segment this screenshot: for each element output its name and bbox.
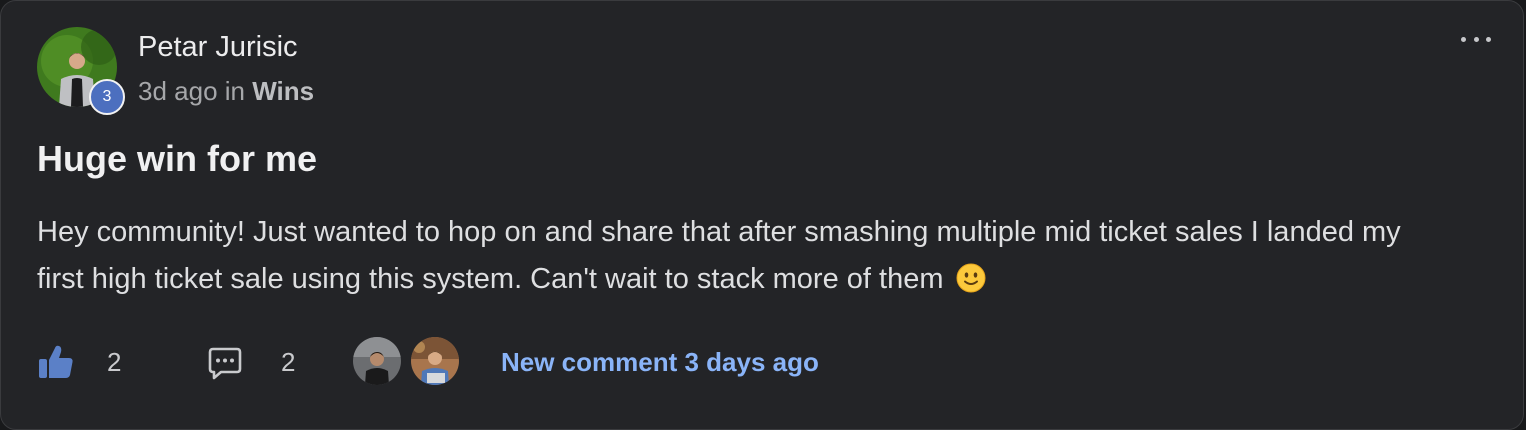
more-options-button[interactable] — [1461, 29, 1491, 49]
post-body-text: Hey community! Just wanted to hop on and… — [37, 216, 1401, 295]
thumbs-up-icon[interactable] — [37, 344, 75, 380]
post-card[interactable]: 3 Petar Jurisic 3d ago in Wins Huge win … — [0, 0, 1524, 430]
like-count: 2 — [107, 347, 122, 377]
commenter-avatar[interactable] — [411, 337, 459, 385]
post-category[interactable]: Wins — [252, 76, 314, 106]
new-comment-link[interactable]: New comment 3 days ago — [501, 346, 819, 378]
comment-count: 2 — [281, 347, 296, 377]
post-footer: 2 2 New comment 3 days ago — [37, 337, 1037, 387]
level-badge: 3 — [89, 79, 125, 115]
slightly-smiling-face-icon — [956, 263, 986, 293]
author-avatar-container[interactable]: 3 — [37, 27, 125, 115]
post-meta: 3d ago in Wins — [138, 73, 314, 109]
post-meta-in: in — [224, 76, 246, 106]
post-title[interactable]: Huge win for me — [37, 139, 317, 179]
author-name[interactable]: Petar Jurisic — [138, 29, 298, 65]
post-body: Hey community! Just wanted to hop on and… — [37, 209, 1437, 303]
more-horizontal-icon — [1461, 36, 1466, 42]
comment-bubble-icon[interactable] — [207, 345, 243, 381]
post-time: 3d ago — [138, 76, 218, 106]
commenter-avatar[interactable] — [353, 337, 401, 385]
